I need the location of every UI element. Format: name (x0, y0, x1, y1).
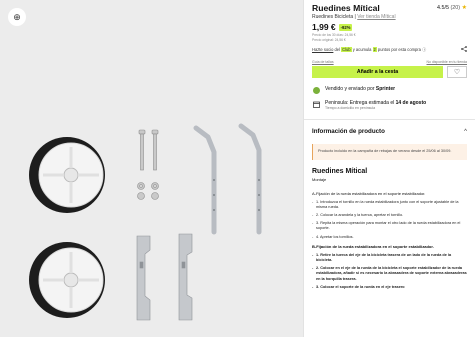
steps-a-list: 1. Introduzca el tornillo en la rueda es… (312, 200, 467, 240)
list-item: 3. Colocar el soporte de la rueda en el … (312, 285, 467, 290)
product-info-accordion[interactable]: Información de producto ^ (312, 128, 467, 135)
list-item: 1. Introduzca el tornillo en la rueda es… (312, 200, 467, 210)
section-b-heading: B-Fijación de la rueda estabilizadora en… (312, 243, 434, 249)
calendar-icon (312, 100, 320, 108)
store-availability-link[interactable]: No disponible en tu tienda (427, 60, 467, 64)
steps-b-list: 1. Retire la tuerca del eje de la bicicl… (312, 253, 467, 290)
promo-text-2: y acumula (351, 47, 373, 52)
store-link[interactable]: Ver tienda Mítical (357, 14, 395, 20)
campaign-notice: Producto incluido en la campaña de rebaj… (312, 144, 467, 160)
seller-icon (312, 86, 320, 94)
mounting-plates (136, 233, 193, 321)
list-item: 4. Apretar los tornillos. (312, 235, 467, 240)
wishlist-heart-icon[interactable]: ♡ (447, 66, 467, 78)
delivery-info: Peninsula: Entrega estimada el 14 de ago… (325, 100, 426, 111)
add-to-cart-button[interactable]: Añadir a la cesta (312, 66, 443, 78)
delivery-date: 14 de agosto (395, 100, 427, 106)
join-club-link[interactable]: Hazte socio (312, 47, 333, 52)
product-image (29, 123, 262, 321)
promo-text-3: puntos por esta compra (376, 47, 421, 52)
share-icon[interactable] (461, 46, 467, 54)
rating[interactable]: 4.5/5 (20) ★ (437, 3, 467, 13)
chevron-up-icon[interactable]: ^ (464, 129, 467, 135)
club-promo: Hazte socio del Club y acumula 2 puntos … (312, 47, 426, 53)
brand-name: Ruedines Bicicleta (312, 14, 354, 20)
price-fineprint-1: Precio de los 30 días: 24,56 € (312, 33, 356, 37)
delivery-note: Tiempo a domicilio en península (325, 106, 376, 110)
star-icon: ★ (461, 5, 467, 11)
size-guide-link[interactable]: Guía de tallas (312, 60, 334, 64)
divider (304, 119, 475, 120)
list-item: 2. Colocar en el eje de la rueda de la b… (312, 266, 467, 282)
brand-line: Ruedines Bicicleta | Ver tienda Mítical (312, 14, 467, 20)
discount-badge: -92% (338, 23, 353, 31)
list-item: 1. Retire la tuerca del eje de la bicicl… (312, 253, 467, 263)
seller-info: Vendido y enviado por Sprinter (325, 86, 395, 92)
product-title: Ruedines Mítical (312, 3, 380, 13)
product-gallery[interactable]: ⊕ (0, 0, 303, 337)
list-item: 2. Colocar la arandela y la tuerca, apre… (312, 213, 467, 218)
rating-value: 4.5/5 (437, 5, 450, 11)
training-wheel-bottom (29, 242, 105, 318)
training-wheel-top (29, 137, 105, 213)
description-title: Ruedines Mítical (312, 167, 368, 175)
zoom-icon[interactable]: ⊕ (8, 8, 26, 26)
section-a-heading: A-Fijación de la rueda estabilizadora en… (312, 190, 426, 196)
brackets (193, 123, 262, 235)
promo-middle: del (333, 47, 342, 52)
bracket-holes (213, 179, 260, 211)
club-badge: Club (341, 47, 352, 52)
info-icon[interactable]: ⓘ (422, 47, 426, 52)
seller-name: Sprinter (375, 86, 396, 92)
price: 1,99 € (312, 22, 336, 32)
accordion-title: Información de producto (312, 128, 385, 135)
description-subtitle: Montaje (312, 176, 327, 182)
product-panel: Ruedines Mítical 4.5/5 (20) ★ Ruedines B… (303, 0, 475, 337)
price-fineprint-2: Precio original: 24,56 € (312, 38, 346, 42)
seller-text: Vendido y enviado por (325, 86, 376, 92)
rating-count: (20) (450, 5, 461, 11)
list-item: 3. Repita la misma operación para montar… (312, 221, 467, 231)
bolts (137, 129, 159, 200)
